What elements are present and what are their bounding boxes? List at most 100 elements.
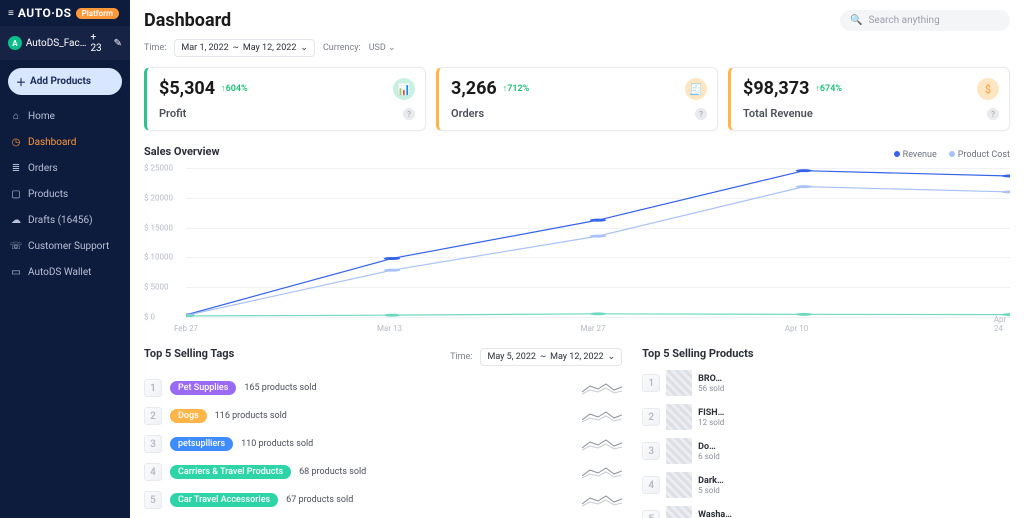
- add-products-label: Add Products: [30, 76, 91, 87]
- tag-row[interactable]: 4 Carriers & Travel Products 68 products…: [144, 458, 622, 486]
- products-title: Top 5 Selling Products: [642, 347, 1010, 360]
- chart-legend: Revenue Product Cost: [894, 150, 1010, 160]
- tag-sold: 165 products sold: [244, 383, 316, 393]
- date-to: May 12, 2022: [243, 43, 297, 53]
- help-icon[interactable]: ?: [695, 108, 707, 120]
- y-tick: $ 25000: [144, 164, 173, 173]
- tag-pill: petsuplliers: [170, 437, 233, 451]
- gauge-icon: ◷: [10, 136, 22, 148]
- topbar: Dashboard 🔍 Search anything: [144, 10, 1010, 31]
- search-placeholder: Search anything: [868, 15, 939, 26]
- pencil-icon[interactable]: ✎: [114, 38, 122, 49]
- legend-item: Revenue: [894, 150, 937, 160]
- nav-support[interactable]: ☏Customer Support: [0, 233, 130, 259]
- rank: 4: [144, 463, 162, 481]
- y-tick: $ 10000: [144, 253, 173, 262]
- tags-date-picker[interactable]: May 5, 2022~May 12, 2022 ⌄: [480, 348, 622, 366]
- logo-row: ≡ AUTO·DS Platform: [0, 0, 130, 26]
- rank: 4: [642, 476, 660, 494]
- x-tick: Apr 24: [994, 315, 1006, 333]
- y-tick: $ 0: [144, 313, 155, 322]
- chart-title: Sales Overview: [144, 145, 220, 158]
- nav-products[interactable]: ▢Products: [0, 181, 130, 207]
- sparkline-icon: [582, 380, 622, 396]
- top-tags-section: Top 5 Selling Tags Time: May 5, 2022~May…: [144, 347, 622, 518]
- x-tick: Apr 10: [785, 324, 808, 333]
- sparkline-icon: [582, 408, 622, 424]
- menu-icon[interactable]: ≡: [8, 8, 14, 19]
- rank: 3: [642, 442, 660, 460]
- help-icon[interactable]: ?: [987, 108, 999, 120]
- add-products-button[interactable]: ＋ Add Products: [8, 68, 122, 95]
- x-tick: Feb 27: [174, 324, 198, 333]
- nav-dashboard[interactable]: ◷Dashboard: [0, 129, 130, 155]
- date-range-picker[interactable]: Mar 1, 2022 ~ May 12, 2022 ⌄: [174, 39, 315, 57]
- rank: 3: [144, 435, 162, 453]
- nav-label: Orders: [28, 163, 58, 174]
- x-tick: Mar 27: [581, 324, 606, 333]
- y-tick: $ 5000: [144, 283, 168, 292]
- rank: 2: [642, 408, 660, 426]
- page-title: Dashboard: [144, 10, 231, 31]
- y-tick: $ 20000: [144, 193, 173, 202]
- tags-title: Top 5 Selling Tags: [144, 347, 234, 360]
- legend-dot-icon: [894, 151, 900, 157]
- nav-home[interactable]: ⌂Home: [0, 103, 130, 129]
- tag-row[interactable]: 5 Car Travel Accessories 67 products sol…: [144, 486, 622, 514]
- rank: 5: [642, 510, 660, 518]
- product-thumb: [666, 438, 692, 464]
- kpi-row: $5,304↑604% Profit 📊 ? 3,266↑712% Orders…: [144, 67, 1010, 131]
- list-icon: ≣: [10, 162, 22, 174]
- nav-orders[interactable]: ≣ Orders: [0, 155, 130, 181]
- tag-sold: 68 products sold: [299, 467, 366, 477]
- nav-label: Home: [28, 111, 55, 122]
- product-row[interactable]: 4 Dark…5 sold: [642, 468, 1010, 502]
- nav-label: Products: [28, 189, 68, 200]
- chevron-down-icon: ⌄: [300, 43, 308, 53]
- kpi-value: $5,304: [159, 78, 215, 99]
- product-name: FISH…: [698, 408, 724, 418]
- tag-pill: Car Travel Accessories: [170, 493, 278, 507]
- currency-label: Currency:: [323, 43, 361, 53]
- nav: ⌂Home ◷Dashboard ≣ Orders ▢Products ☁Draf…: [0, 103, 130, 285]
- sparkline-icon: [582, 492, 622, 508]
- brand-badge: Platform: [76, 8, 119, 19]
- headset-icon: ☏: [10, 240, 22, 252]
- rank: 5: [144, 491, 162, 509]
- tag-row[interactable]: 3 petsuplliers 110 products sold: [144, 430, 622, 458]
- kpi-delta: ↑674%: [815, 83, 842, 94]
- nav-drafts[interactable]: ☁Drafts (16456): [0, 207, 130, 233]
- kpi-orders: 3,266↑712% Orders 🧾 ?: [436, 67, 718, 131]
- currency-select[interactable]: USD ⌄: [369, 43, 396, 53]
- chevron-down-icon: ⌄: [388, 43, 396, 53]
- product-row[interactable]: 3 Do…6 sold: [642, 434, 1010, 468]
- tag-pill: Pet Supplies: [170, 381, 236, 395]
- product-sold: 56 sold: [698, 384, 724, 393]
- rank: 1: [642, 374, 660, 392]
- product-row[interactable]: 2 FISH…12 sold: [642, 400, 1010, 434]
- store-extra: + 23: [90, 32, 109, 54]
- store-selector[interactable]: A AutoDS_Fac… + 23 ✎: [0, 26, 130, 60]
- product-sold: 6 sold: [698, 452, 720, 461]
- tag-sold: 110 products sold: [241, 439, 313, 449]
- kpi-label: Orders: [451, 107, 705, 120]
- tag-row[interactable]: 2 Dogs 116 products sold: [144, 402, 622, 430]
- sales-chart: $ 0$ 5000$ 10000$ 15000$ 20000$ 25000 Fe…: [144, 168, 1010, 333]
- nav-wallet[interactable]: ▭AutoDS Wallet: [0, 259, 130, 285]
- store-avatar: A: [8, 36, 22, 50]
- kpi-delta: ↑712%: [503, 83, 530, 94]
- search-icon: 🔍: [850, 15, 862, 26]
- receipt-icon: 🧾: [685, 78, 707, 100]
- product-row[interactable]: 1 BRO…56 sold: [642, 366, 1010, 400]
- tag-row[interactable]: 1 Pet Supplies 165 products sold: [144, 374, 622, 402]
- kpi-profit: $5,304↑604% Profit 📊 ?: [144, 67, 426, 131]
- help-icon[interactable]: ?: [403, 108, 415, 120]
- kpi-value: $98,373: [743, 78, 809, 99]
- search-input[interactable]: 🔍 Search anything: [840, 10, 1010, 31]
- product-thumb: [666, 506, 692, 518]
- nav-label: Drafts (16456): [28, 215, 93, 226]
- product-name: Do…: [698, 442, 720, 452]
- y-tick: $ 15000: [144, 223, 173, 232]
- brand-name: AUTO·DS: [18, 6, 72, 20]
- product-row[interactable]: 5 Washa…4 sold: [642, 502, 1010, 518]
